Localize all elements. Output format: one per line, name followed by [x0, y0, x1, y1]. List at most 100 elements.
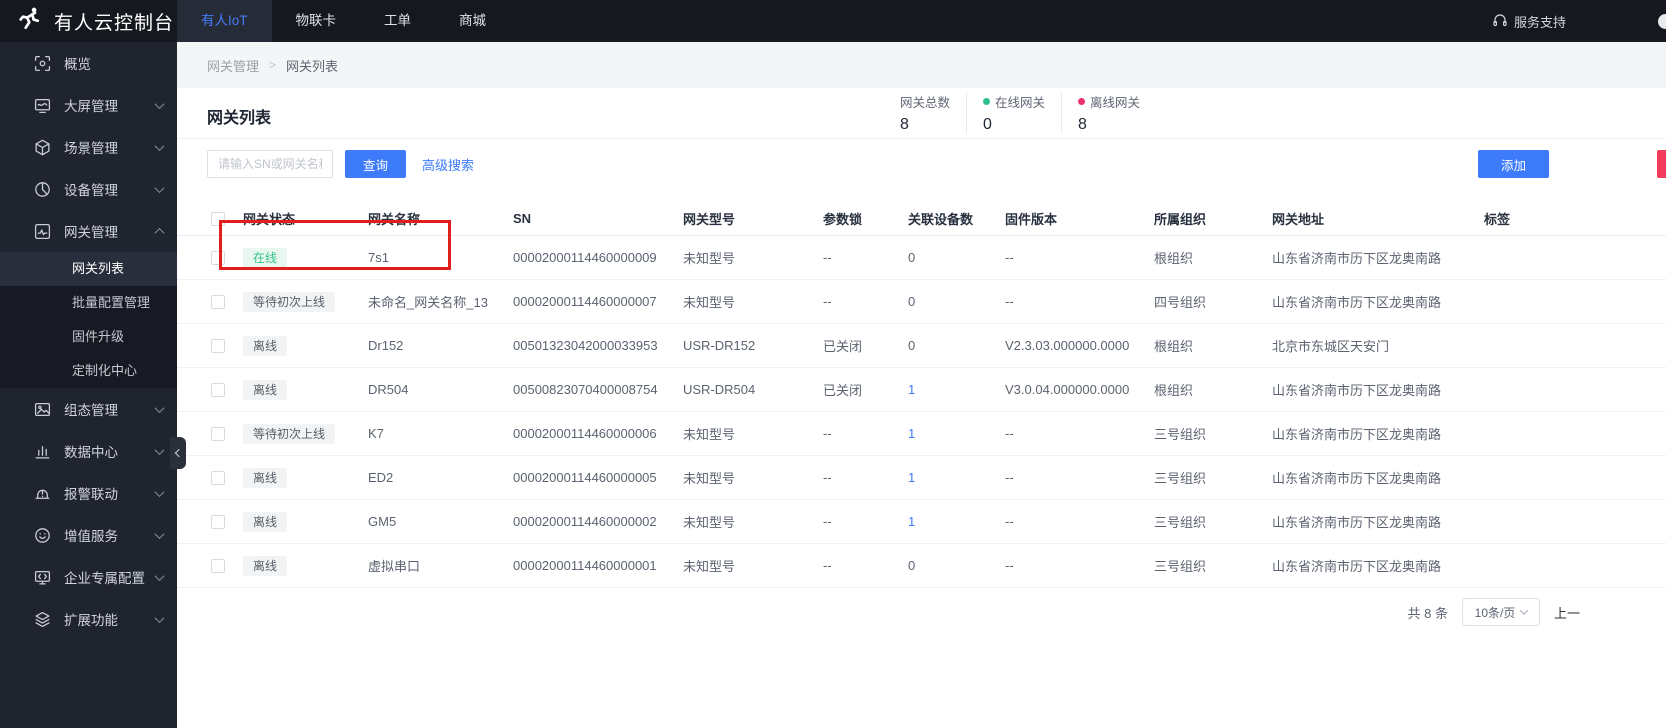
status-badge: 离线: [243, 555, 288, 576]
sidebar-submenu: 网关列表 批量配置管理 固件升级 定制化中心: [0, 252, 177, 388]
model-value: USR-DR152: [683, 338, 756, 353]
add-button[interactable]: 添加: [1477, 150, 1549, 178]
column-header: 网关地址: [1272, 212, 1325, 227]
org-value: 三号组织: [1154, 471, 1207, 486]
device-count-value: 1: [908, 426, 1005, 441]
model-value: 未知型号: [683, 251, 736, 266]
sidebar-item[interactable]: 企业专属配置: [0, 556, 177, 598]
search-input[interactable]: [207, 150, 333, 178]
address-value: 山东省济南市历下区龙奥南路: [1272, 515, 1442, 530]
partial-red-button[interactable]: [1657, 150, 1666, 178]
query-button[interactable]: 查询: [345, 150, 407, 178]
status-badge: 离线: [243, 467, 368, 488]
column-header: 固件版本: [1005, 212, 1058, 227]
status-badge: 离线: [243, 379, 288, 400]
topnav-tab[interactable]: 物联卡: [272, 0, 361, 42]
select-all-checkbox[interactable]: [211, 212, 225, 227]
gateway-name: 未命名_网关名称_13: [368, 295, 488, 310]
device-count-link[interactable]: 1: [908, 426, 915, 441]
column-header: 所属组织: [1154, 212, 1207, 227]
advanced-search-link[interactable]: 高级搜索: [422, 155, 474, 174]
column-header: 网关名称: [368, 212, 421, 227]
sidebar-subitem[interactable]: 定制化中心: [0, 354, 177, 388]
sn-value: 00002000114460000009: [513, 250, 657, 265]
sidebar-item[interactable]: 扩展功能: [0, 598, 177, 640]
device-count-value: 0: [908, 558, 916, 573]
status-badge: 离线: [243, 467, 288, 488]
sn-value: 00500823070400008754: [513, 382, 658, 397]
row-checkbox[interactable]: [211, 339, 225, 354]
sidebar-item[interactable]: 数据中心: [0, 430, 177, 472]
row-checkbox[interactable]: [211, 383, 225, 398]
model-value: 未知型号: [683, 427, 736, 442]
sidebar-item-label: 组态管理: [64, 403, 118, 418]
column-header: 网关状态: [243, 212, 296, 227]
app-title: 有人云控制台: [54, 12, 175, 34]
topnav-tab[interactable]: 工单: [360, 0, 435, 42]
gateway-table: 网关状态 网关名称 SN 网关型号 参数锁 关联设备数 固件版本 所属组织 网关地址 标签 在线 7s…: [177, 202, 1666, 588]
logo-area: 有人云控制台: [0, 0, 177, 42]
sidebar-item-label: 设备管理: [64, 183, 118, 198]
row-checkbox[interactable]: [211, 471, 225, 486]
sidebar-subitem[interactable]: 网关列表: [0, 252, 177, 286]
device-count-value: 0: [908, 294, 916, 309]
gateway-name: 7s1: [368, 250, 389, 265]
sidebar-item[interactable]: 组态管理: [0, 388, 177, 430]
sidebar-collapse-handle[interactable]: [170, 437, 186, 469]
row-checkbox[interactable]: [211, 427, 225, 442]
status-badge: 离线: [243, 511, 368, 532]
param-lock-value: 已关闭: [823, 383, 863, 398]
page-size-select[interactable]: 10条/页: [1461, 598, 1540, 626]
breadcrumb-parent[interactable]: 网关管理: [207, 56, 259, 75]
status-badge: 离线: [243, 379, 368, 400]
sn-value: 00501323042000033953: [513, 338, 658, 353]
device-count-link[interactable]: 1: [908, 382, 915, 397]
sidebar-item[interactable]: 网关管理: [0, 210, 177, 252]
device-count-link[interactable]: 1: [908, 470, 915, 485]
org-value: 根组织: [1154, 383, 1194, 398]
status-badge: 离线: [243, 511, 288, 532]
stat-label: 在线网关: [983, 92, 1045, 111]
support-link[interactable]: 服务支持: [1492, 12, 1566, 31]
chevron-down-icon: [154, 486, 165, 497]
sidebar-item[interactable]: 大屏管理: [0, 84, 177, 126]
sidebar-item[interactable]: 设备管理: [0, 168, 177, 210]
address-value: 山东省济南市历下区龙奥南路: [1272, 295, 1442, 310]
stat-label: 离线网关: [1078, 92, 1140, 111]
topnav-tab[interactable]: 商城: [435, 0, 510, 42]
topbar-right: 服务支持: [1492, 0, 1666, 42]
param-lock-value: --: [823, 514, 832, 529]
row-checkbox[interactable]: [211, 559, 225, 574]
toolbar: 查询 高级搜索 添加: [177, 144, 1666, 184]
card-header: 网关列表 网关总数 8 在线网关 0 离线网关 8: [177, 88, 1666, 138]
status-dot-icon: [1078, 98, 1086, 105]
firmware-value: V3.0.04.000000.0000: [1005, 382, 1130, 397]
chevron-down-icon: [1520, 606, 1529, 615]
sidebar-item[interactable]: 增值服务: [0, 514, 177, 556]
sidebar-item[interactable]: 概览: [0, 42, 177, 84]
model-value: 未知型号: [683, 515, 736, 530]
row-checkbox[interactable]: [211, 295, 225, 310]
row-checkbox[interactable]: [211, 251, 225, 266]
row-checkbox[interactable]: [211, 515, 225, 530]
table-row: 等待初次上线 未命名_网关名称_13 00002000114460000007 未知型…: [177, 280, 1666, 324]
address-value: 山东省济南市历下区龙奥南路: [1272, 427, 1442, 442]
status-badge: 离线: [243, 555, 368, 576]
table-row: 离线 DR504 00500823070400008754 USR-DR504 已关闭 1…: [177, 368, 1666, 412]
sidebar-subitem[interactable]: 固件升级: [0, 320, 177, 354]
running-person-logo-icon: [16, 5, 44, 38]
gateway-icon: [33, 222, 51, 240]
toolbar-right: 添加: [1477, 150, 1666, 178]
sidebar-item[interactable]: 报警联动: [0, 472, 177, 514]
sidebar-item[interactable]: 场景管理: [0, 126, 177, 168]
sidebar-subitem[interactable]: 批量配置管理: [0, 286, 177, 320]
device-count-link[interactable]: 1: [908, 514, 915, 529]
address-value: 山东省济南市历下区龙奥南路: [1272, 251, 1442, 266]
prev-page-button[interactable]: 上一: [1554, 603, 1580, 622]
chevron-down-icon: [154, 528, 165, 539]
gateway-stats: 网关总数 8 在线网关 0 离线网关 8: [900, 92, 1156, 134]
status-badge: 在线: [243, 247, 288, 268]
total-count: 共 8 条: [1407, 605, 1448, 621]
topnav-tab[interactable]: 有人IoT: [177, 0, 272, 42]
org-value: 根组织: [1154, 339, 1194, 354]
